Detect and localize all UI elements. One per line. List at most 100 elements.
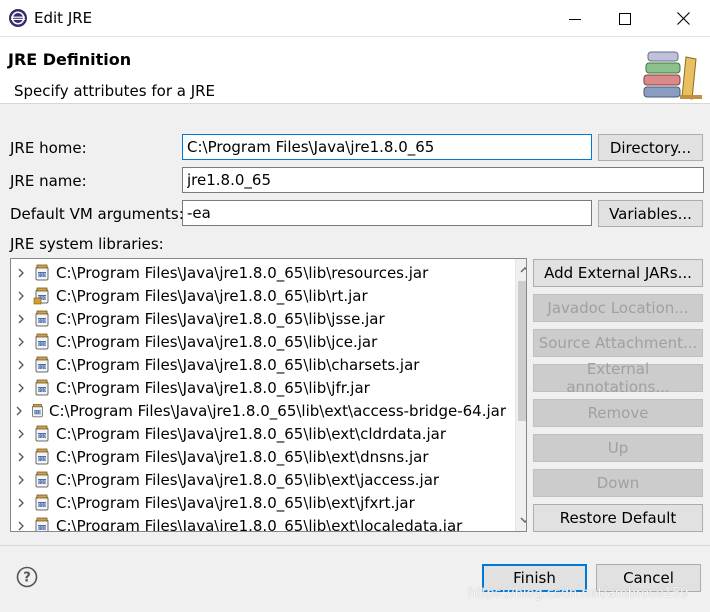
library-path: C:\Program Files\Java\jre1.8.0_65\lib\ex… — [56, 470, 440, 489]
jar-icon: 010 — [35, 379, 49, 395]
maximize-button[interactable] — [598, 0, 652, 37]
minimize-icon — [569, 18, 581, 20]
svg-text:010: 010 — [38, 525, 47, 531]
jar-icon: 010 — [35, 425, 49, 441]
library-path: C:\Program Files\Java\jre1.8.0_65\lib\ex… — [56, 447, 429, 466]
library-row[interactable]: 010 C:\Program Files\Java\jre1.8.0_65\lib… — [11, 307, 506, 330]
footer-separator — [0, 545, 710, 546]
library-path: C:\Program Files\Java\jre1.8.0_65\lib\jc… — [56, 332, 378, 351]
library-path: C:\Program Files\Java\jre1.8.0_65\lib\ex… — [49, 401, 506, 420]
down-button[interactable]: Down — [533, 469, 703, 497]
libraries-label: JRE system libraries: — [10, 235, 164, 253]
watermark-text: https://blog.csdn.net/ambrose159 — [468, 586, 689, 601]
title-bar: Edit JRE — [0, 0, 710, 37]
expand-chevron-icon[interactable] — [11, 429, 31, 439]
library-row[interactable]: 010 C:\Program Files\Java\jre1.8.0_65\lib… — [11, 330, 506, 353]
vm-args-label: Default VM arguments: — [10, 205, 184, 223]
minimize-button[interactable] — [548, 0, 602, 37]
jar-icon: 010 — [35, 356, 49, 372]
jar-icon: 010 — [35, 517, 49, 531]
jar-icon: 010 — [35, 264, 49, 280]
eclipse-icon — [9, 9, 27, 27]
expand-chevron-icon[interactable] — [11, 498, 31, 508]
expand-chevron-icon[interactable] — [11, 314, 31, 324]
source-attachment-button[interactable]: Source Attachment... — [533, 329, 703, 357]
library-row[interactable]: 010 C:\Program Files\Java\jre1.8.0_65\lib… — [11, 376, 506, 399]
remove-button[interactable]: Remove — [533, 399, 703, 427]
svg-text:010: 010 — [38, 502, 47, 508]
up-button[interactable]: Up — [533, 434, 703, 462]
libraries-tree[interactable]: 010 C:\Program Files\Java\jre1.8.0_65\lib… — [10, 258, 527, 532]
library-path: C:\Program Files\Java\jre1.8.0_65\lib\jf… — [56, 378, 370, 397]
library-path: C:\Program Files\Java\jre1.8.0_65\lib\ex… — [56, 493, 415, 512]
svg-text:010: 010 — [38, 318, 47, 324]
jar-icon: 010 — [35, 333, 49, 349]
expand-chevron-icon[interactable] — [11, 291, 31, 301]
library-path: C:\Program Files\Java\jre1.8.0_65\lib\re… — [56, 263, 429, 282]
svg-text:010: 010 — [38, 479, 47, 485]
chevron-down-icon — [520, 517, 526, 523]
maximize-icon — [619, 12, 631, 25]
svg-text:010: 010 — [38, 387, 47, 393]
expand-chevron-icon[interactable] — [11, 268, 31, 278]
external-annotations-button[interactable]: External annotations... — [533, 360, 703, 396]
library-row[interactable]: 010 C:\Program Files\Java\jre1.8.0_65\lib… — [11, 445, 506, 468]
jar-access-rules-icon: 010 — [33, 287, 49, 304]
library-path: C:\Program Files\Java\jre1.8.0_65\lib\ch… — [56, 355, 420, 374]
jre-name-input[interactable] — [182, 167, 704, 193]
close-icon — [676, 12, 690, 25]
library-path: C:\Program Files\Java\jre1.8.0_65\lib\ex… — [56, 516, 463, 532]
jar-icon: 010 — [35, 448, 49, 464]
jar-icon: 010 — [35, 471, 49, 487]
jre-home-label: JRE home: — [10, 139, 87, 157]
expand-chevron-icon[interactable] — [11, 337, 31, 347]
library-path: C:\Program Files\Java\jre1.8.0_65\lib\js… — [56, 309, 385, 328]
expand-chevron-icon[interactable] — [11, 383, 31, 393]
window-title: Edit JRE — [34, 9, 93, 27]
library-row[interactable]: 010 C:\Program Files\Java\jre1.8.0_65\lib… — [11, 261, 506, 284]
chevron-up-icon — [520, 267, 526, 273]
svg-text:010: 010 — [38, 341, 47, 347]
jar-icon: 010 — [35, 494, 49, 510]
javadoc-location-button[interactable]: Javadoc Location... — [533, 294, 703, 322]
jar-icon: 010 — [35, 310, 49, 326]
directory-button[interactable]: Directory... — [598, 134, 703, 161]
svg-text:010: 010 — [38, 456, 47, 462]
scroll-down-arrow[interactable] — [516, 512, 526, 529]
library-path: C:\Program Files\Java\jre1.8.0_65\lib\rt… — [56, 286, 368, 305]
library-path: C:\Program Files\Java\jre1.8.0_65\lib\ex… — [56, 424, 446, 443]
expand-chevron-icon[interactable] — [11, 475, 31, 485]
svg-text:010: 010 — [38, 272, 47, 278]
header-description: Specify attributes for a JRE — [14, 82, 216, 100]
jar-icon: 010 — [31, 403, 43, 417]
jre-name-label: JRE name: — [10, 172, 87, 190]
svg-text:010: 010 — [38, 364, 47, 370]
expand-chevron-icon[interactable] — [11, 360, 31, 370]
books-icon — [640, 47, 704, 103]
vertical-scrollbar[interactable] — [515, 259, 526, 531]
close-button[interactable] — [656, 0, 710, 37]
library-row[interactable]: 010 C:\Program Files\Java\jre1.8.0_65\lib… — [11, 399, 506, 422]
variables-button[interactable]: Variables... — [598, 200, 703, 227]
library-row[interactable]: 010 C:\Program Files\Java\jre1.8.0_65\lib… — [11, 491, 506, 514]
dialog-header: JRE Definition Specify attributes for a … — [0, 37, 710, 104]
scroll-thumb[interactable] — [518, 281, 526, 421]
library-row[interactable]: 010 C:\Program Files\Java\jre1.8.0_65\lib… — [11, 353, 506, 376]
library-row[interactable]: 010 C:\Program Files\Java\jre1.8.0_65\lib… — [11, 284, 506, 307]
help-icon[interactable]: ? — [16, 566, 38, 588]
expand-chevron-icon[interactable] — [11, 452, 31, 462]
restore-default-button[interactable]: Restore Default — [533, 504, 703, 532]
svg-text:?: ? — [23, 571, 31, 586]
vm-args-input[interactable] — [182, 200, 592, 226]
svg-text:010: 010 — [33, 410, 41, 414]
jre-home-input[interactable] — [182, 134, 592, 160]
expand-chevron-icon[interactable] — [11, 521, 31, 531]
add-external-jars-button[interactable]: Add External JARs... — [533, 259, 703, 287]
scroll-up-arrow[interactable] — [516, 261, 526, 278]
header-title: JRE Definition — [8, 50, 132, 69]
library-row[interactable]: 010 C:\Program Files\Java\jre1.8.0_65\lib… — [11, 468, 506, 491]
expand-chevron-icon[interactable] — [11, 406, 28, 416]
library-row[interactable]: 010 C:\Program Files\Java\jre1.8.0_65\lib… — [11, 514, 506, 532]
library-row[interactable]: 010 C:\Program Files\Java\jre1.8.0_65\lib… — [11, 422, 506, 445]
svg-text:010: 010 — [38, 433, 47, 439]
